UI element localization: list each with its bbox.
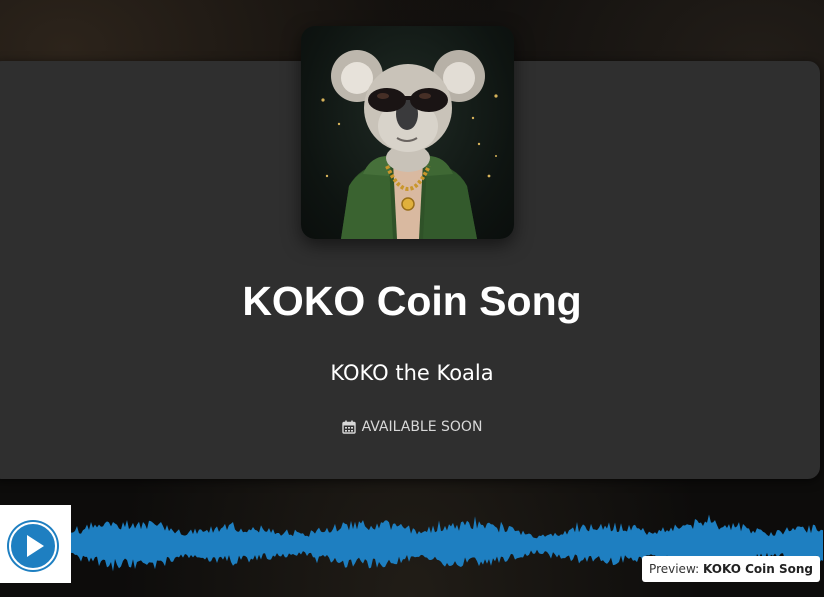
koala-illustration bbox=[321, 50, 498, 239]
artist-name: KOKO the Koala bbox=[330, 361, 494, 385]
calendar-icon bbox=[341, 420, 356, 434]
play-button-container bbox=[0, 505, 71, 583]
preview-title: KOKO Coin Song bbox=[702, 562, 813, 576]
cover-art bbox=[301, 26, 514, 239]
page: KOKO Coin Song KOKO the Koala AVAILABLE … bbox=[0, 0, 824, 597]
availability-status: AVAILABLE SOON bbox=[0, 417, 824, 437]
availability-text: AVAILABLE SOON bbox=[361, 419, 483, 435]
song-title: KOKO Coin Song bbox=[242, 278, 582, 324]
preview-prefix: Preview: bbox=[649, 562, 700, 576]
play-button[interactable] bbox=[7, 520, 59, 572]
preview-label: Preview: KOKO Coin Song bbox=[642, 556, 820, 582]
play-icon bbox=[9, 522, 57, 570]
